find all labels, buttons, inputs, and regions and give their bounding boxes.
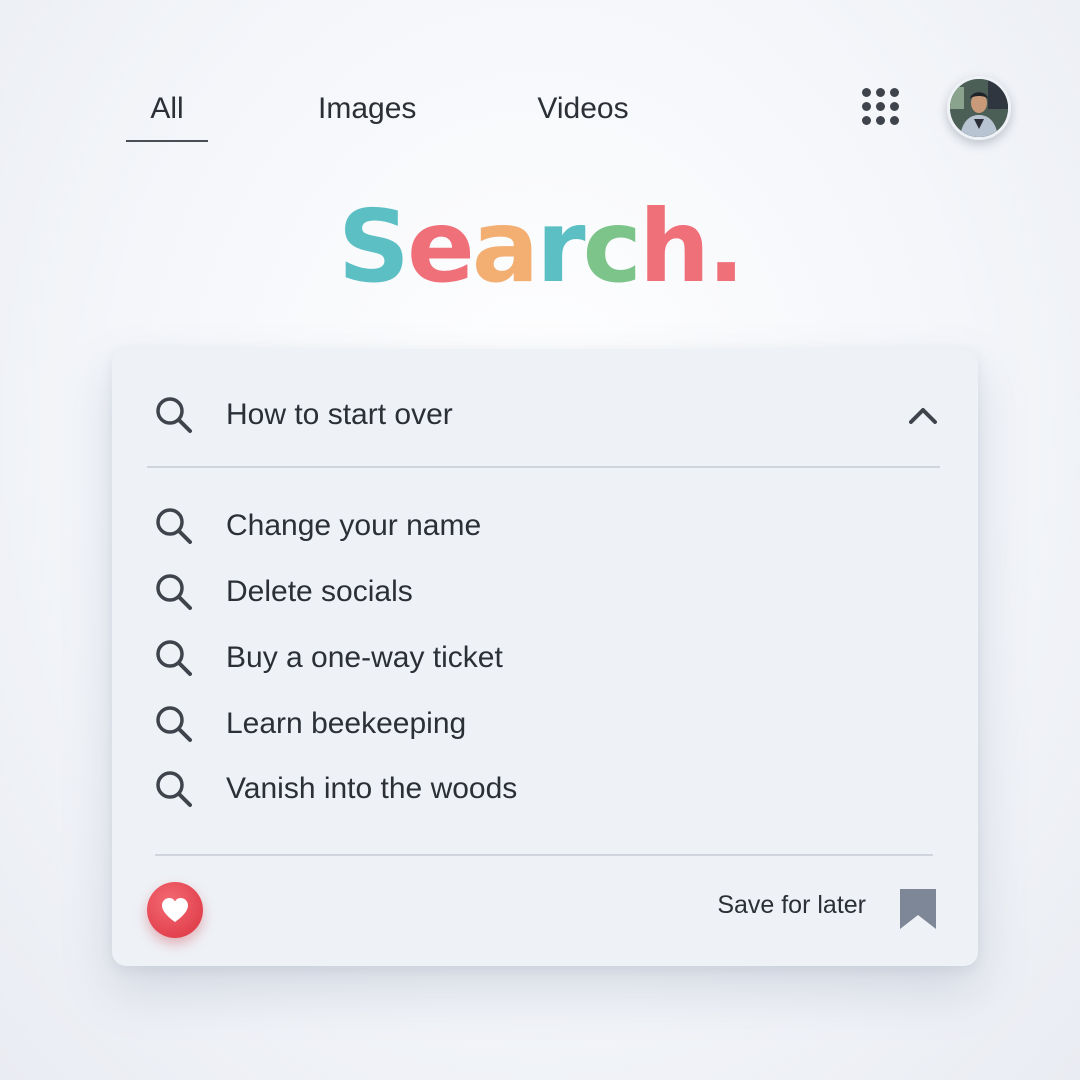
search-icon bbox=[156, 706, 192, 742]
grid-dot bbox=[862, 88, 871, 97]
tab-all[interactable]: All bbox=[126, 78, 208, 142]
grid-dot bbox=[890, 88, 899, 97]
user-avatar[interactable] bbox=[947, 76, 1011, 140]
logo-letter: r bbox=[536, 188, 585, 305]
heart-icon bbox=[162, 898, 188, 922]
tab-images[interactable]: Images bbox=[318, 78, 416, 142]
search-icon bbox=[156, 640, 192, 676]
grid-dot bbox=[862, 116, 871, 125]
suggestion-item[interactable]: Buy a one-way ticket bbox=[152, 636, 503, 680]
nav-tabs: All Images Videos bbox=[126, 78, 629, 142]
search-icon bbox=[156, 574, 192, 610]
search-logo: Search. bbox=[0, 188, 1080, 305]
suggestion-label: Learn beekeeping bbox=[226, 707, 467, 740]
apps-grid-icon[interactable] bbox=[862, 88, 900, 126]
suggestion-label: Vanish into the woods bbox=[226, 772, 518, 805]
suggestion-label: Delete socials bbox=[226, 575, 413, 608]
suggestion-item[interactable]: Delete socials bbox=[152, 570, 413, 614]
grid-dot bbox=[876, 102, 885, 111]
divider bbox=[155, 854, 933, 856]
like-button[interactable] bbox=[147, 882, 203, 938]
tab-videos[interactable]: Videos bbox=[537, 78, 628, 142]
logo-letter: a bbox=[471, 188, 540, 305]
grid-dot bbox=[862, 102, 871, 111]
search-icon bbox=[156, 508, 192, 544]
search-icon bbox=[156, 397, 192, 433]
logo-letter: . bbox=[707, 188, 745, 305]
grid-dot bbox=[890, 116, 899, 125]
suggestion-item[interactable]: Vanish into the woods bbox=[152, 767, 517, 811]
grid-dot bbox=[890, 102, 899, 111]
search-icon bbox=[156, 771, 192, 807]
bookmark-icon[interactable] bbox=[898, 887, 938, 931]
suggestion-label: Change your name bbox=[226, 509, 482, 542]
avatar-person-icon bbox=[950, 79, 1008, 137]
suggestion-item[interactable]: Change your name bbox=[152, 504, 481, 548]
save-for-later-link[interactable]: Save for later bbox=[717, 891, 866, 920]
search-query-row[interactable]: How to start over bbox=[152, 393, 453, 437]
suggestion-label: Buy a one-way ticket bbox=[226, 641, 503, 674]
logo-letter: c bbox=[582, 188, 642, 305]
chevron-up-icon[interactable] bbox=[906, 401, 940, 431]
logo-letter: e bbox=[406, 188, 475, 305]
grid-dot bbox=[876, 88, 885, 97]
search-card: How to start over Change your name Delet… bbox=[112, 349, 978, 966]
grid-dot bbox=[876, 116, 885, 125]
logo-letter: S bbox=[337, 188, 410, 305]
suggestion-item[interactable]: Learn beekeeping bbox=[152, 702, 466, 746]
search-input[interactable]: How to start over bbox=[226, 398, 453, 432]
divider bbox=[147, 466, 940, 468]
logo-letter: h bbox=[638, 188, 710, 305]
